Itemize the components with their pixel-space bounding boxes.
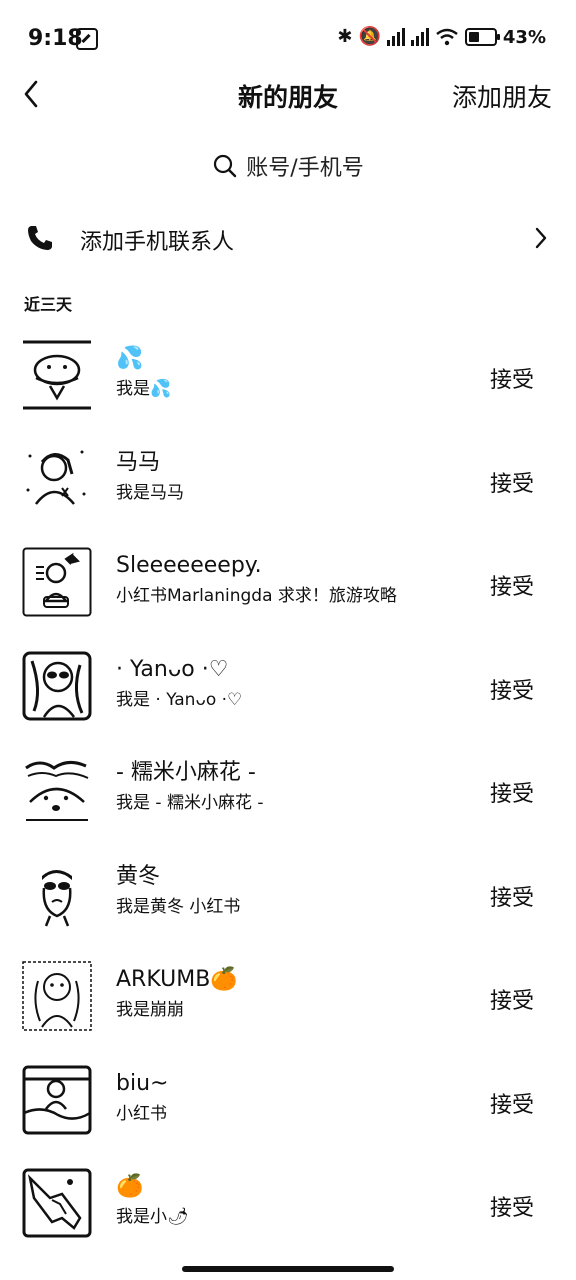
- request-message: 小红书Marlaningda 求求！旅游攻略: [116, 586, 397, 606]
- avatar[interactable]: [22, 754, 92, 824]
- phone-icon: [28, 226, 52, 250]
- request-text: ARKUMB🍊 我是崩崩: [116, 965, 456, 1023]
- friend-request-row[interactable]: ARKUMB🍊 我是崩崩 接受: [0, 961, 576, 1065]
- request-text: - 糯米小麻花 - 我是 - 糯米小麻花 -: [116, 758, 456, 816]
- avatar[interactable]: [22, 857, 92, 928]
- app-notification-icon: [76, 28, 98, 50]
- bluetooth-icon: ✱: [337, 26, 353, 47]
- request-name: 黄冬: [116, 863, 161, 889]
- search-icon: [214, 154, 237, 178]
- request-message: 我是 - 糯米小麻花 -: [116, 793, 264, 813]
- status-bar: 9:18 ✱ 🔕 43%: [0, 0, 576, 72]
- request-name: biu~: [116, 1070, 169, 1096]
- request-text: Sleeeeeeepy. 小红书Marlaningda 求求！旅游攻略: [116, 551, 456, 609]
- request-text: 黄冬 我是黄冬 小红书: [116, 862, 456, 920]
- friend-request-row[interactable]: 🍊 我是小🌶 接受: [0, 1168, 576, 1272]
- request-message: 我是💦: [116, 379, 172, 399]
- request-text: 🍊 我是小🌶: [116, 1172, 456, 1230]
- battery-percent: 43%: [502, 26, 546, 48]
- friend-request-row[interactable]: 马马 我是马马 接受: [0, 443, 576, 548]
- request-name: Sleeeeeeepy.: [116, 553, 262, 578]
- avatar[interactable]: [22, 547, 92, 617]
- request-name: 🍊: [116, 1174, 144, 1199]
- avatar[interactable]: [22, 961, 92, 1031]
- request-name: 💦: [116, 346, 144, 371]
- avatar[interactable]: [22, 651, 92, 721]
- add-phone-contacts-label: 添加手机联系人: [80, 230, 235, 255]
- avatar[interactable]: [22, 443, 92, 514]
- request-message: 我是崩崩: [116, 1000, 184, 1020]
- friend-request-row[interactable]: 💦 我是💦 接受: [0, 340, 576, 444]
- request-message: 我是小🌶: [116, 1207, 189, 1227]
- request-message: 小红书: [116, 1103, 167, 1124]
- request-name: - 糯米小麻花 -: [116, 760, 256, 785]
- accept-button[interactable]: 接受: [490, 1190, 534, 1222]
- section-label-recent: 近三天: [24, 295, 73, 314]
- avatar[interactable]: [22, 340, 92, 410]
- accept-button[interactable]: 接受: [490, 1087, 534, 1119]
- avatar[interactable]: [22, 1065, 92, 1135]
- request-message: 我是黄冬 小红书: [116, 896, 241, 917]
- mute-icon: 🔕: [358, 26, 381, 47]
- friend-request-row[interactable]: · Yanᴗo ·♡ 我是 · Yanᴗo ·♡ 接受: [0, 651, 576, 755]
- accept-button[interactable]: 接受: [490, 673, 534, 705]
- friend-request-row[interactable]: 黄冬 我是黄冬 小红书 接受: [0, 857, 576, 962]
- request-message: 我是马马: [116, 482, 184, 503]
- request-name: · Yanᴗo ·♡: [116, 656, 229, 682]
- request-text: biu~ 小红书: [116, 1069, 456, 1127]
- request-text: 马马 我是马马: [116, 448, 456, 506]
- request-message: 我是 · Yanᴗo ·♡: [116, 689, 243, 710]
- add-friend-button[interactable]: 添加朋友: [452, 78, 552, 114]
- status-time: 9:18: [28, 26, 83, 51]
- accept-button[interactable]: 接受: [490, 983, 534, 1015]
- home-indicator[interactable]: [182, 1266, 394, 1272]
- search-placeholder: 账号/手机号: [246, 156, 364, 181]
- chevron-right-icon: [535, 227, 547, 249]
- back-icon[interactable]: [18, 74, 58, 114]
- request-name: ARKUMB🍊: [116, 967, 238, 992]
- status-icons: ✱ 🔕 43%: [337, 26, 546, 48]
- search-field[interactable]: 账号/手机号: [0, 146, 576, 186]
- accept-button[interactable]: 接受: [490, 569, 534, 601]
- accept-button[interactable]: 接受: [490, 880, 534, 912]
- request-text: · Yanᴗo ·♡ 我是 · Yanᴗo ·♡: [116, 655, 456, 713]
- friend-request-list: 💦 我是💦 接受 马马 我是马马 接受 Sleeeeeeepy. 小红书Marl…: [0, 340, 576, 1272]
- friend-request-row[interactable]: - 糯米小麻花 - 我是 - 糯米小麻花 - 接受: [0, 754, 576, 858]
- nav-bar: 新的朋友 添加朋友: [0, 72, 576, 118]
- battery-icon: [464, 28, 500, 46]
- accept-button[interactable]: 接受: [490, 776, 534, 808]
- friend-request-row[interactable]: Sleeeeeeepy. 小红书Marlaningda 求求！旅游攻略 接受: [0, 547, 576, 651]
- request-text: 💦 我是💦: [116, 344, 456, 402]
- wifi-icon: [436, 28, 458, 46]
- avatar[interactable]: [22, 1168, 92, 1238]
- signal-icon: [410, 28, 429, 46]
- request-name: 马马: [116, 449, 161, 475]
- accept-button[interactable]: 接受: [490, 466, 534, 498]
- accept-button[interactable]: 接受: [490, 362, 534, 394]
- friend-request-row[interactable]: biu~ 小红书 接受: [0, 1065, 576, 1169]
- signal-icon: [386, 28, 405, 46]
- add-phone-contacts-row[interactable]: 添加手机联系人: [0, 214, 576, 264]
